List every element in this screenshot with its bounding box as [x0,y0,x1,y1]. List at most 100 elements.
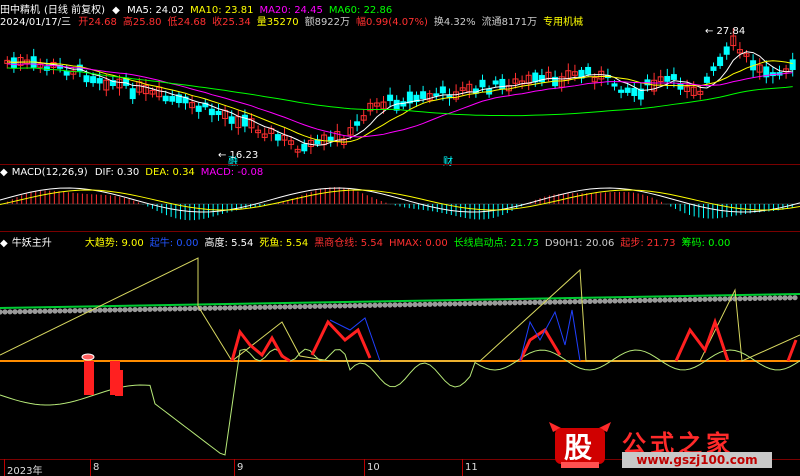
band-dot [432,301,438,307]
band-dot [217,305,223,311]
indicator-value-9: 筹码: 0.00 [681,238,731,249]
band-dot [782,295,788,301]
band-dot [97,307,103,313]
band-dot [562,299,568,305]
band-dot [162,306,168,312]
band-dot [192,305,198,312]
band-dot [272,304,278,310]
band-dot [147,306,153,312]
band-dot [532,299,538,305]
indicator-value-0: 大趋势: 9.00 [84,238,144,249]
band-dot [547,299,553,305]
band-dot [312,303,318,309]
band-dot [652,297,658,303]
band-dot [587,298,593,304]
band-dot [0,309,3,315]
band-dot [627,298,633,304]
band-dot [762,295,768,301]
candle-body [585,66,592,75]
band-dot [367,302,373,308]
candle-body [631,87,638,96]
indicator-value-8: 起步: 21.73 [620,238,676,249]
band-dot [702,296,708,302]
band-dot [382,302,388,308]
band-dot [682,297,688,303]
blue-signal-line [329,317,381,362]
indicator-value-6: 长线启动点: 21.73 [453,238,539,249]
band-dot [207,305,213,311]
band-dot [62,308,68,314]
indicator-title[interactable]: 牛妖主升 [12,234,52,249]
band-dot [757,295,763,301]
indicator-collapse-icon[interactable]: ◆ [0,238,8,249]
band-dot [252,304,258,311]
band-dot [372,302,378,308]
band-dot [132,306,138,313]
candle-body [63,70,70,76]
band-dot [747,295,753,302]
candle-body [703,76,710,83]
band-dot [52,308,58,314]
red-signal-line [310,319,372,359]
band-dot [117,307,123,313]
band-dot [37,308,43,314]
x-tick [4,459,5,476]
macd-collapse-icon[interactable]: ◆ [0,167,8,178]
band-dot [667,297,673,303]
band-dot [582,298,588,305]
band-dot [752,295,758,302]
band-dot [102,307,108,313]
band-dot [592,298,598,304]
band-dot [187,305,193,312]
band-dot [772,295,778,301]
band-dot [517,300,523,306]
band-dot [357,302,363,309]
indicator-value-5: HMAX: 0.00 [389,238,448,249]
candle-body [241,114,248,127]
band-dot [72,308,78,314]
watermark: 股 公式之家 www.gszj100.com [547,422,792,470]
indicator-header: ◆ 牛妖主升 大趋势: 9.00 起牛: 0.00 高度: 5.54 死鱼: 5.54 黑… [0,234,736,249]
band-dot [462,301,468,307]
red-bar [115,370,123,396]
band-dot [442,301,448,307]
red-bar [84,361,94,395]
band-dot [487,300,493,306]
band-dot [77,307,83,314]
band-dot [322,303,328,309]
band-dot [332,303,338,309]
band-dot [412,301,418,308]
stock-chart-window: 田中精机 (日线 前复权) ◆ MA5: 24.02 MA10: 23.81 MA20… [0,0,800,476]
candle-body [499,78,506,90]
candle-body [717,56,724,66]
band-dot [267,304,273,310]
band-dot [327,303,333,309]
band-dot [712,296,718,302]
band-dot [417,301,423,308]
band-dot [497,300,503,306]
red-signal-line [786,339,798,362]
band-dot [122,307,128,313]
x-tick-label: 9 [237,462,244,473]
candle-body [162,95,169,102]
x-tick-label: 11 [465,462,478,473]
candle-body [228,116,235,124]
red-signal-line [674,317,730,362]
band-dot [512,300,518,306]
band-dot [787,295,793,301]
band-dot [387,302,393,308]
band-dot [362,302,368,309]
candle-body [354,121,361,126]
signal-marker [81,353,95,361]
candle-body [433,93,440,97]
macd-title[interactable]: MACD(12,26,9) [12,167,88,178]
band-dot [402,302,408,308]
band-dot [292,304,298,310]
band-dot [732,296,738,302]
candle-body [96,78,103,84]
candle-body [301,143,308,152]
indicator-value-3: 死鱼: 5.54 [259,238,309,249]
band-dot [507,300,513,306]
band-dot [392,302,398,308]
candle-body [664,75,671,82]
